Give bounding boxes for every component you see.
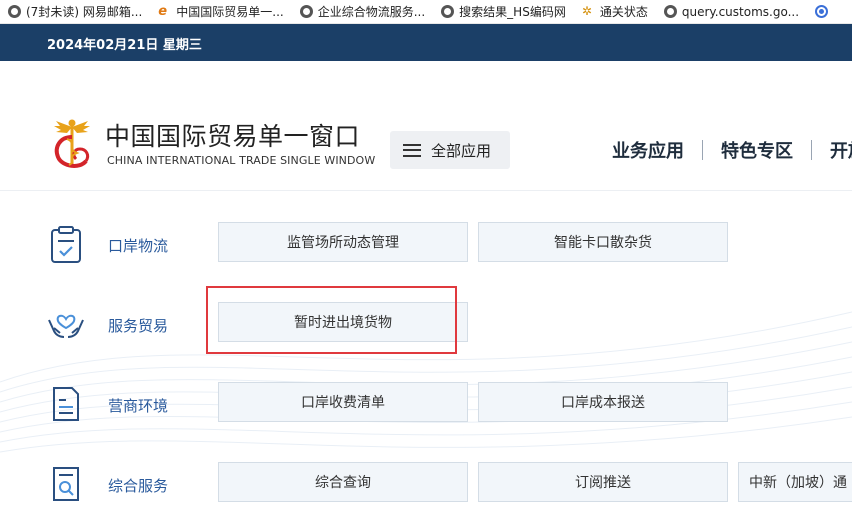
all-apps-label: 全部应用 [431,141,492,160]
service-sino-singapore[interactable]: 中新（加坡）通 [738,462,852,502]
globe-icon [8,5,21,18]
service-smart-gate-bulk[interactable]: 智能卡口散杂货 [478,222,728,262]
category-row-integrated-services: 综合服务 综合查询 订阅推送 中新（加坡）通 [0,462,852,504]
category-row-business-environment: 营商环境 口岸收费清单 口岸成本报送 [0,382,852,424]
hands-heart-icon [48,314,84,338]
nav-business-apps[interactable]: 业务应用 [612,137,684,163]
globe-icon [441,5,455,18]
globe-icon [663,5,677,18]
service-subscription-push[interactable]: 订阅推送 [478,462,728,502]
bookmark-netease-mail[interactable]: (7封未读) 网易邮箱... [0,0,150,23]
service-supervision-site[interactable]: 监管场所动态管理 [218,222,468,262]
nav-featured-zone[interactable]: 特色专区 [721,137,793,163]
category-label: 服务贸易 [108,317,169,335]
bookmark-label: (7封未读) 网易邮箱... [26,5,143,19]
bookmark-label: 企业综合物流服务... [317,5,426,19]
category-label: 综合服务 [108,477,169,495]
customs-logo-icon[interactable] [50,113,94,171]
document-list-icon [53,387,79,421]
nav-divider [702,140,703,160]
bookmark-customs-status[interactable]: ✲ 通关状态 [574,0,656,23]
current-date: 2024年02月21日 星期三 [47,38,202,53]
document-search-icon [53,467,79,501]
radio-icon [815,5,829,18]
bookmark-hs-search[interactable]: 搜索结果_HS编码网 [433,0,574,23]
nav-divider [811,140,812,160]
menu-icon [403,143,421,157]
service-integrated-query[interactable]: 综合查询 [218,462,468,502]
all-apps-button[interactable]: 全部应用 [390,131,510,169]
bookmark-extra[interactable] [807,0,836,23]
bookmark-label: 中国国际贸易单一... [176,5,284,19]
service-port-cost-report[interactable]: 口岸成本报送 [478,382,728,422]
category-label: 营商环境 [108,397,169,415]
ant-icon: ✲ [581,4,592,18]
bookmark-single-window[interactable]: e 中国国际贸易单一... [150,0,291,23]
category-row-port-logistics: 口岸物流 监管场所动态管理 智能卡口散杂货 [0,222,852,264]
site-name-en: CHINA INTERNATIONAL TRADE SINGLE WINDOW [107,154,376,167]
clipboard-check-icon [51,226,81,263]
category-label: 口岸物流 [108,237,169,255]
highlight-annotation-box [206,286,457,354]
bookmark-logistics[interactable]: 企业综合物流服务... [292,0,433,23]
ie-icon: e [158,4,168,19]
bookmark-label: query.customs.go... [681,4,800,19]
site-header: 中国国际贸易单一窗口 CHINA INTERNATIONAL TRADE SIN… [0,61,852,191]
date-bar: 2024年02月21日 星期三 [0,24,852,61]
globe-icon [299,5,313,18]
site-name-cn: 中国国际贸易单一窗口 [105,122,361,151]
bookmarks-bar: (7封未读) 网易邮箱... e 中国国际贸易单一... 企业综合物流服务...… [0,0,852,24]
bookmark-label: 通关状态 [599,5,648,19]
bookmark-customs-query[interactable]: query.customs.go... [656,0,807,23]
nav-open[interactable]: 开放 [830,137,852,163]
service-port-fee-list[interactable]: 口岸收费清单 [218,382,468,422]
main-nav: 业务应用 特色专区 开放 [612,137,852,163]
bookmark-label: 搜索结果_HS编码网 [459,5,566,19]
